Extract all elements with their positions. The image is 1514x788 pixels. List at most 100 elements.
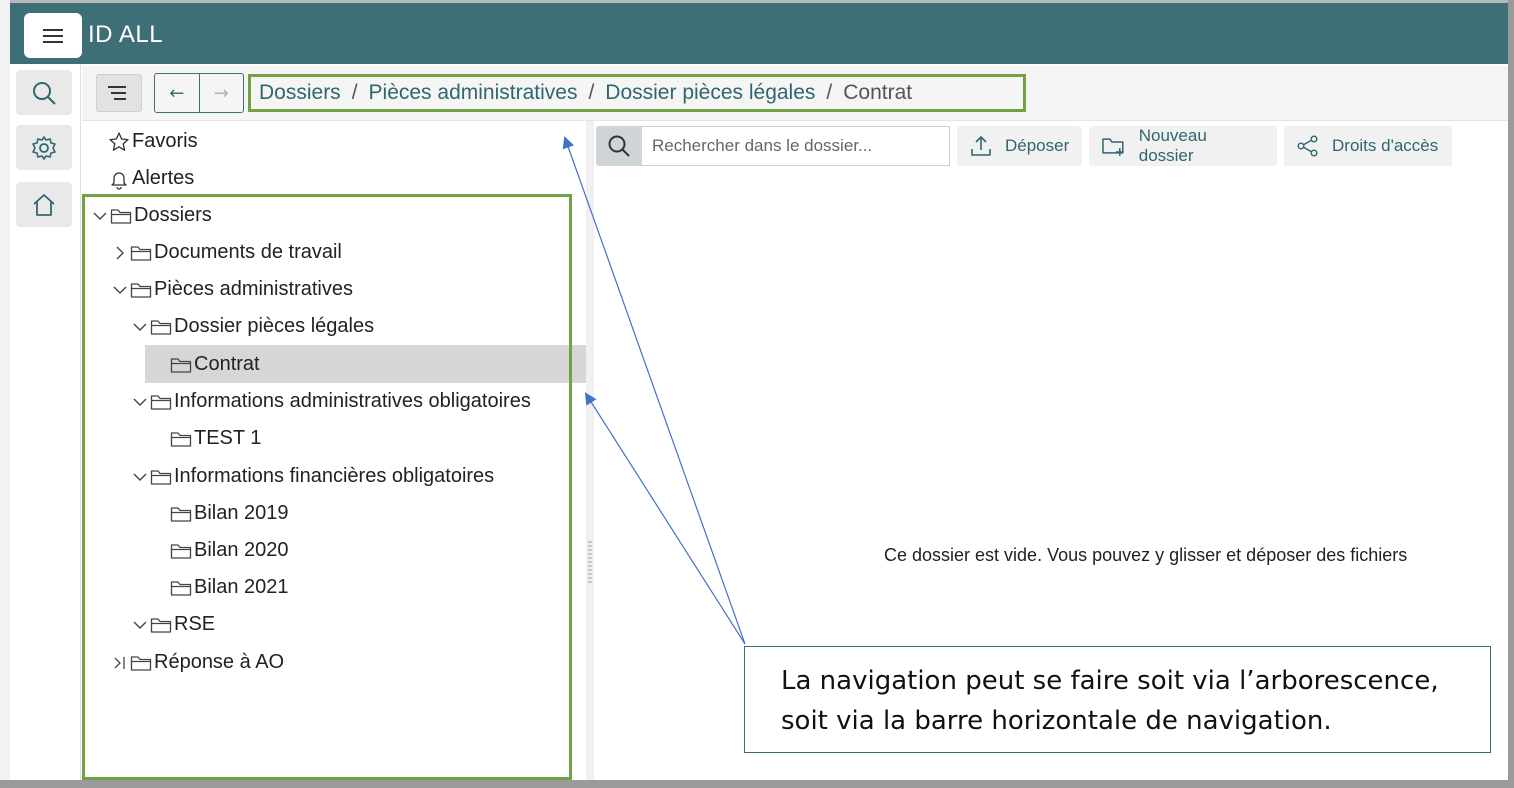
breadcrumb-separator: / [826, 81, 833, 104]
folder-search [596, 126, 950, 166]
tree-label: Réponse à AO [154, 651, 285, 673]
folder-icon [170, 505, 192, 523]
tree-item-bilan-2020[interactable]: Bilan 2020 [150, 532, 289, 569]
tree-label: Bilan 2020 [194, 539, 289, 561]
expand-last-icon[interactable] [110, 655, 130, 671]
folder-icon [130, 281, 152, 299]
callout-line-2: soit via la barre horizontale de navigat… [781, 706, 1332, 736]
tree-item-test-1[interactable]: TEST 1 [150, 420, 261, 457]
search-input[interactable] [642, 126, 950, 166]
access-rights-label: Droits d'accès [1332, 136, 1439, 155]
search-icon [608, 135, 630, 157]
tree-toggle-button[interactable] [96, 74, 142, 112]
tree-item-bilan-2021[interactable]: Bilan 2021 [150, 569, 289, 606]
tree-label: Informations financières obligatoires [174, 465, 495, 487]
chevron-down-icon[interactable] [110, 284, 130, 296]
gear-icon [32, 135, 56, 160]
frame-left-edge [0, 0, 10, 788]
frame-right-edge [1508, 0, 1514, 788]
folder-icon [170, 430, 192, 448]
tree-label: TEST 1 [194, 427, 262, 449]
search-button[interactable] [596, 126, 642, 166]
breadcrumb-item-dossiers[interactable]: Dossiers [259, 81, 341, 105]
panel-splitter[interactable] [586, 121, 594, 780]
breadcrumb-bar: ← → Dossiers / Pièces administratives / … [82, 66, 1514, 121]
new-folder-icon [1102, 138, 1124, 156]
upload-icon [971, 136, 991, 156]
folder-tree: Favoris Alertes Dossiers Documents de tra… [82, 121, 586, 780]
tree-item-dossier-pieces-legales[interactable]: Dossier pièces légales [130, 308, 374, 345]
access-rights-button[interactable]: Droits d'accès [1284, 126, 1452, 166]
tree-label: Documents de travail [154, 241, 342, 263]
tree-label: Dossiers [134, 204, 212, 226]
breadcrumb-item-contrat: Contrat [843, 81, 913, 104]
folder-icon [170, 542, 192, 560]
tree-item-bilan-2019[interactable]: Bilan 2019 [150, 495, 289, 532]
tree-label: Bilan 2021 [194, 576, 289, 598]
chevron-down-icon[interactable] [130, 471, 150, 483]
hamburger-menu-button[interactable] [24, 13, 82, 58]
splitter-grip[interactable] [588, 541, 592, 585]
folder-icon [110, 207, 132, 225]
rail-home-button[interactable] [16, 182, 72, 227]
folder-icon [170, 356, 192, 374]
star-icon [108, 131, 130, 153]
tree-label: Alertes [132, 167, 195, 189]
chevron-down-icon[interactable] [130, 321, 150, 333]
home-icon [33, 193, 55, 216]
empty-folder-message: Ce dossier est vide. Vous pouvez y gliss… [884, 545, 1408, 565]
new-folder-button[interactable]: Nouveau dossier [1089, 126, 1277, 166]
tree-toggle-icon [108, 86, 126, 100]
folder-icon [150, 616, 172, 634]
folder-icon [130, 654, 152, 672]
tree-label: RSE [174, 613, 216, 635]
chevron-right-icon[interactable] [110, 245, 130, 261]
tree-item-informations-financieres[interactable]: Informations financières obligatoires [130, 458, 494, 495]
tree-item-pieces-administratives[interactable]: Pièces administratives [110, 271, 353, 308]
folder-icon [170, 579, 192, 597]
chevron-down-icon[interactable] [130, 619, 150, 631]
tree-item-contrat[interactable]: Contrat [150, 346, 260, 383]
tree-favorites[interactable]: Favoris [108, 123, 198, 160]
tree-label: Dossier pièces légales [174, 315, 375, 337]
tree-item-documents-de-travail[interactable]: Documents de travail [110, 234, 342, 271]
folder-icon [150, 393, 172, 411]
frame-bottom-edge [0, 780, 1514, 788]
tree-label: Contrat [194, 353, 260, 375]
bell-icon [108, 168, 130, 190]
rail-settings-button[interactable] [16, 125, 72, 170]
breadcrumb-separator: / [588, 81, 595, 104]
app-title: ID ALL [88, 21, 164, 48]
share-icon [1297, 135, 1318, 157]
tree-label: Favoris [132, 130, 198, 152]
callout-line-1: La navigation peut se faire soit via l’a… [781, 666, 1439, 696]
breadcrumb-item-dossier-pieces-legales[interactable]: Dossier pièces légales [605, 81, 815, 105]
tree-alerts[interactable]: Alertes [108, 160, 194, 197]
tree-item-rse[interactable]: RSE [130, 606, 215, 643]
upload-button[interactable]: Déposer [957, 126, 1082, 166]
folder-icon [150, 318, 172, 336]
tree-item-informations-administratives[interactable]: Informations administratives obligatoire… [130, 383, 531, 420]
hamburger-icon [43, 28, 63, 43]
folder-icon [150, 468, 172, 486]
tree-root-dossiers[interactable]: Dossiers [90, 197, 212, 234]
top-bar: ID ALL [10, 0, 1514, 64]
screenshot-frame: ID ALL ← → Dossiers / Pièces administrat… [0, 0, 1514, 788]
chevron-down-icon[interactable] [130, 396, 150, 408]
upload-label: Déposer [1005, 136, 1070, 155]
breadcrumb-separator: / [351, 81, 358, 104]
tree-label: Bilan 2019 [194, 502, 289, 524]
back-button[interactable]: ← [155, 74, 200, 112]
breadcrumb-item-pieces-administratives[interactable]: Pièces administratives [369, 81, 578, 105]
breadcrumb: Dossiers / Pièces administratives / Doss… [248, 74, 1026, 112]
tree-item-reponse-a-ao[interactable]: Réponse à AO [110, 644, 284, 681]
left-rail [10, 64, 81, 780]
folder-icon [130, 244, 152, 262]
annotation-callout: La navigation peut se faire soit via l’a… [744, 646, 1491, 753]
history-nav: ← → [154, 73, 244, 113]
new-folder-label: Nouveau dossier [1138, 126, 1207, 165]
forward-button[interactable]: → [200, 74, 244, 112]
tree-label: Informations administratives obligatoire… [174, 390, 531, 412]
rail-search-button[interactable] [16, 70, 72, 115]
chevron-down-icon[interactable] [90, 210, 110, 222]
